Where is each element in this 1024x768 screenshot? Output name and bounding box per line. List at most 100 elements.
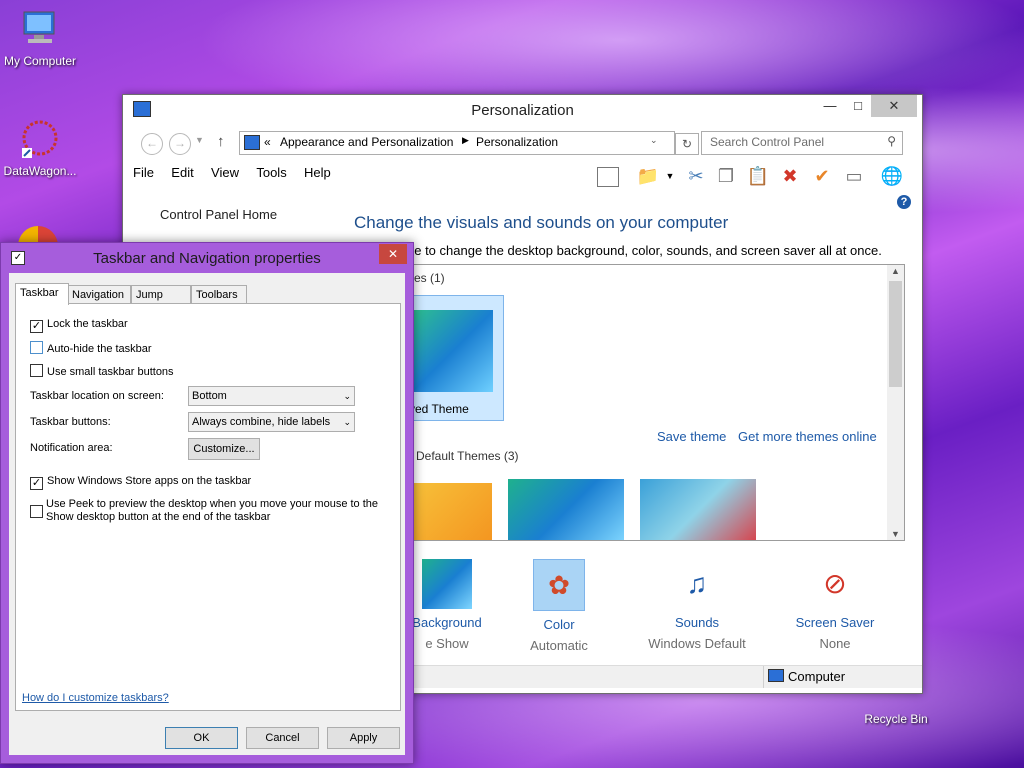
themes-list: es (1) ved Theme Save theme Get more the… bbox=[403, 264, 905, 541]
small-buttons-checkbox[interactable]: Use small taskbar buttons bbox=[30, 364, 174, 378]
get-more-themes-link[interactable]: Get more themes online bbox=[738, 429, 877, 444]
search-icon[interactable]: ⚲ bbox=[887, 134, 896, 148]
taskbar-properties-dialog: ✓ Taskbar and Navigation properties ✕ Ta… bbox=[0, 242, 414, 764]
color-label[interactable]: Color bbox=[499, 617, 619, 632]
screen-saver-label[interactable]: Screen Saver bbox=[775, 615, 895, 630]
menu-tools[interactable]: Tools bbox=[256, 165, 286, 180]
chevron-down-icon[interactable]: ⌄ bbox=[343, 413, 351, 431]
sounds-item[interactable]: ♫ Sounds Windows Default bbox=[637, 555, 757, 651]
checkmark-icon[interactable]: ✔ bbox=[809, 163, 835, 189]
theme-preview-icon bbox=[413, 310, 493, 392]
default-themes-label: Default Themes (3) bbox=[416, 449, 519, 463]
screen-saver-item[interactable]: ⊘ Screen Saver None bbox=[775, 555, 895, 651]
checkbox-checked-icon[interactable]: ✓ bbox=[30, 477, 43, 490]
menu-bar: File Edit View Tools Help bbox=[133, 165, 345, 189]
minimize-button[interactable]: — bbox=[815, 95, 845, 117]
tab-jump-lists[interactable]: Jump Lists bbox=[131, 285, 191, 319]
peek-checkbox[interactable]: Use Peek to preview the desktop when you… bbox=[30, 498, 380, 524]
desktop-icon-datawagon[interactable]: DataWagon... bbox=[0, 118, 80, 178]
dialog-close-button[interactable]: ✕ bbox=[379, 244, 407, 264]
ok-button[interactable]: OK bbox=[165, 727, 238, 749]
desktop-icon-my-computer[interactable]: My Computer bbox=[0, 8, 80, 68]
properties-icon[interactable]: ▭ bbox=[841, 163, 867, 189]
buttons-select[interactable]: Always combine, hide labels ⌄ bbox=[188, 412, 355, 432]
autohide-label[interactable]: Auto-hide the taskbar bbox=[47, 343, 152, 355]
location-label: Taskbar location on screen: bbox=[30, 390, 164, 402]
sounds-label[interactable]: Sounds bbox=[637, 615, 757, 630]
theme-thumb-windows[interactable] bbox=[508, 479, 624, 540]
page-heading: Change the visuals and sounds on your co… bbox=[354, 213, 729, 232]
up-button[interactable]: ↑ bbox=[217, 133, 225, 150]
refresh-icon[interactable]: ↻ bbox=[675, 133, 699, 155]
datawagon-icon bbox=[20, 118, 60, 160]
recent-locations-icon[interactable]: ▼ bbox=[195, 135, 204, 145]
help-link[interactable]: How do I customize taskbars? bbox=[22, 692, 169, 704]
location-select[interactable]: Bottom ⌄ bbox=[188, 386, 355, 406]
theme-thumb-flowers[interactable] bbox=[404, 483, 492, 540]
computer-icon bbox=[20, 8, 60, 50]
maximize-button[interactable]: □ bbox=[843, 95, 873, 117]
copy-icon[interactable]: ❐ bbox=[713, 163, 739, 189]
customize-button[interactable]: Customize... bbox=[188, 438, 260, 460]
scroll-up-icon[interactable]: ▲ bbox=[891, 266, 900, 276]
cut-icon[interactable]: ✂ bbox=[683, 163, 709, 189]
menu-view[interactable]: View bbox=[211, 165, 239, 180]
color-sub: Automatic bbox=[530, 638, 588, 653]
scroll-down-icon[interactable]: ▼ bbox=[891, 529, 900, 539]
checkbox-empty-icon[interactable] bbox=[30, 364, 43, 377]
lock-taskbar-checkbox[interactable]: ✓ Lock the taskbar bbox=[30, 318, 128, 333]
title-bar: Personalization — □ ✕ bbox=[123, 95, 922, 125]
close-button[interactable]: ✕ bbox=[871, 95, 917, 117]
themes-scrollbar[interactable]: ▲ ▼ bbox=[887, 265, 904, 540]
buttons-label: Taskbar buttons: bbox=[30, 416, 111, 428]
globe-icon[interactable]: 🌐 bbox=[879, 163, 905, 189]
lock-taskbar-label[interactable]: Lock the taskbar bbox=[47, 318, 128, 330]
chevron-down-icon[interactable]: ⌄ bbox=[343, 387, 351, 405]
forward-button[interactable]: → bbox=[169, 133, 191, 155]
control-panel-icon bbox=[244, 135, 260, 150]
breadcrumb-personalization[interactable]: Personalization bbox=[476, 135, 558, 149]
menu-file[interactable]: File bbox=[133, 165, 154, 180]
cancel-button[interactable]: Cancel bbox=[246, 727, 319, 749]
desktop-icon-label: Recycle Bin bbox=[864, 712, 928, 726]
breadcrumb-separator-icon[interactable]: ▶ bbox=[462, 135, 469, 146]
search-input[interactable]: Search Control Panel ⚲ bbox=[701, 131, 903, 155]
peek-label-line1[interactable]: Use Peek to preview the desktop when you… bbox=[46, 498, 380, 511]
menu-help[interactable]: Help bbox=[304, 165, 331, 180]
checkbox-checked-icon[interactable]: ✓ bbox=[30, 320, 43, 333]
dropdown-arrow-icon[interactable]: ▼ bbox=[657, 163, 683, 189]
store-apps-label[interactable]: Show Windows Store apps on the taskbar bbox=[47, 475, 251, 487]
address-path[interactable]: « Appearance and Personalization ▶ Perso… bbox=[239, 131, 675, 155]
screen-saver-sub: None bbox=[819, 636, 851, 651]
theme-thumb-earth[interactable] bbox=[640, 479, 756, 540]
layout-icon[interactable] bbox=[595, 163, 621, 189]
checkbox-empty-icon[interactable] bbox=[30, 505, 43, 518]
back-button[interactable]: ← bbox=[141, 133, 163, 155]
autohide-checkbox[interactable]: Auto-hide the taskbar bbox=[30, 341, 152, 355]
small-buttons-label[interactable]: Use small taskbar buttons bbox=[47, 366, 174, 378]
status-segment: Computer bbox=[763, 666, 845, 688]
paste-icon[interactable]: 📋 bbox=[745, 163, 771, 189]
page-subheading: ne to change the desktop background, col… bbox=[407, 243, 882, 258]
menu-edit[interactable]: Edit bbox=[171, 165, 193, 180]
color-palette-icon: ✿ bbox=[533, 559, 585, 611]
tab-toolbars[interactable]: Toolbars bbox=[191, 285, 247, 304]
dialog-client: Taskbar Navigation Jump Lists Toolbars ✓… bbox=[9, 273, 405, 755]
save-theme-link[interactable]: Save theme bbox=[657, 429, 726, 444]
scroll-thumb[interactable] bbox=[889, 281, 902, 387]
address-dropdown-icon[interactable]: ⌄ bbox=[650, 135, 658, 146]
breadcrumb-appearance[interactable]: Appearance and Personalization bbox=[280, 135, 453, 149]
color-item[interactable]: ✿ Color Automatic bbox=[499, 555, 619, 653]
delete-icon[interactable]: ✖ bbox=[777, 163, 803, 189]
path-prefix[interactable]: « bbox=[264, 135, 271, 149]
store-apps-checkbox[interactable]: ✓ Show Windows Store apps on the taskbar bbox=[30, 475, 251, 490]
apply-button[interactable]: Apply bbox=[327, 727, 400, 749]
control-panel-home-link[interactable]: Control Panel Home bbox=[160, 207, 277, 222]
peek-label-line2[interactable]: Show desktop button at the end of the ta… bbox=[46, 511, 380, 524]
help-icon[interactable]: ? bbox=[897, 195, 911, 209]
computer-icon bbox=[768, 669, 784, 682]
tab-taskbar[interactable]: Taskbar bbox=[15, 283, 69, 305]
checkbox-empty-icon[interactable] bbox=[30, 341, 43, 354]
unsaved-theme-tile[interactable]: ved Theme bbox=[404, 295, 504, 421]
tab-navigation[interactable]: Navigation bbox=[67, 285, 131, 304]
